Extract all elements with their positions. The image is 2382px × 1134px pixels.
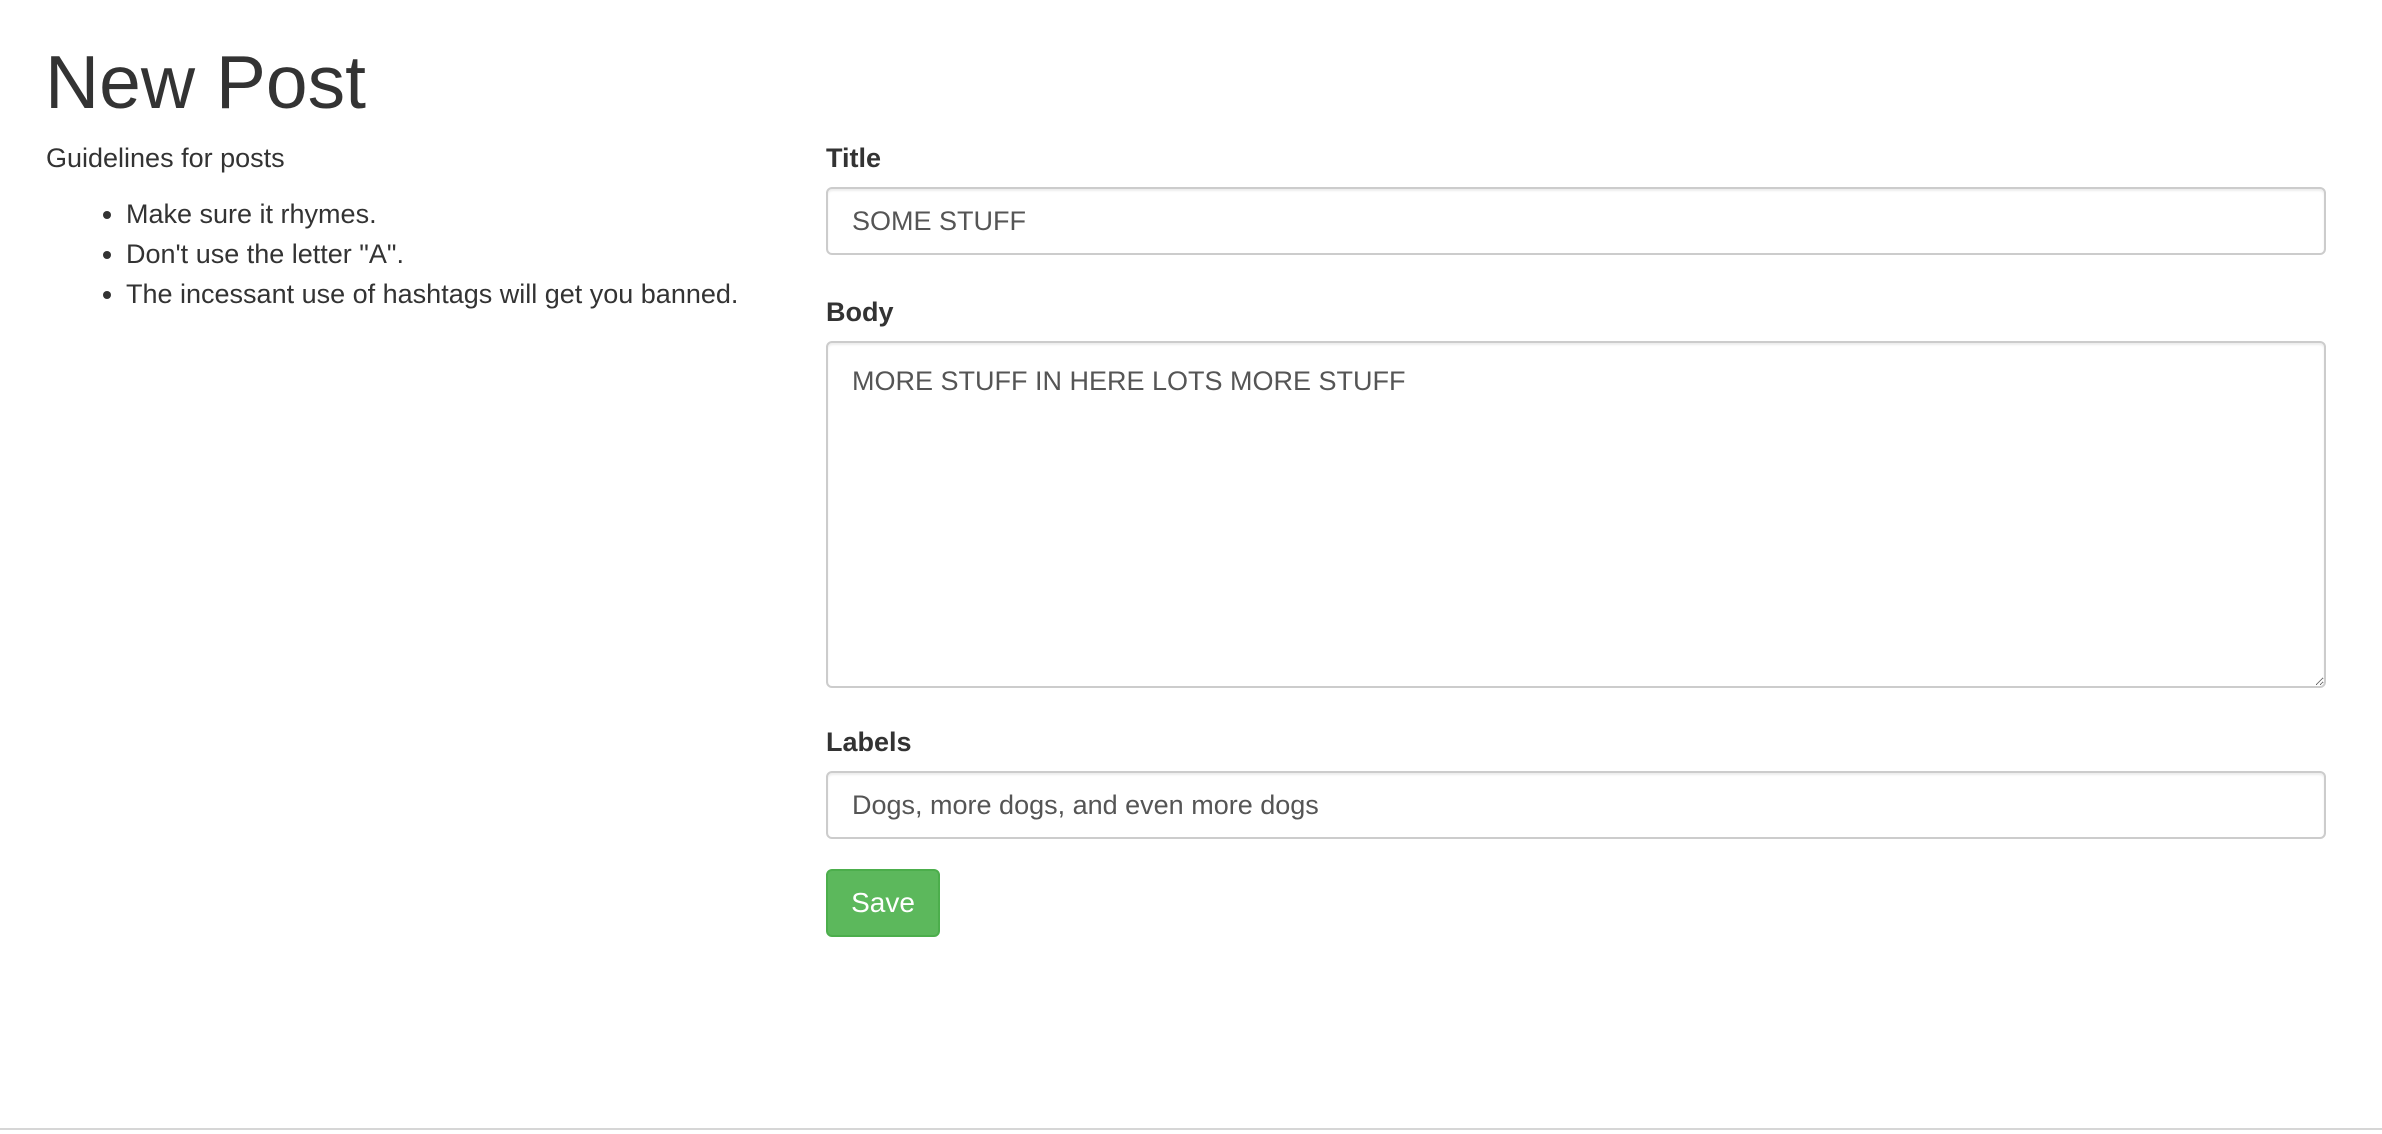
guidelines-list: Make sure it rhymes. Don't use the lette… [46,194,786,314]
labels-input[interactable] [826,771,2326,839]
bottom-divider [0,1128,2382,1130]
title-input[interactable] [826,187,2326,255]
guideline-item: The incessant use of hashtags will get y… [126,274,786,314]
body-label: Body [826,297,894,327]
save-button[interactable]: Save [826,869,940,937]
labels-field-group: Labels [826,722,2326,839]
body-field-group: Body MORE STUFF IN HERE LOTS MORE STUFF [826,292,2326,688]
new-post-form: Title Body MORE STUFF IN HERE LOTS MORE … [826,138,2326,937]
guidelines-heading: Guidelines for posts [46,143,285,173]
title-label: Title [826,143,882,173]
page: New Post Guidelines for posts Make sure … [0,0,2382,1134]
labels-label: Labels [826,727,912,757]
guideline-item: Make sure it rhymes. [126,194,786,234]
page-title: New Post [45,40,366,124]
body-textarea[interactable]: MORE STUFF IN HERE LOTS MORE STUFF [826,341,2326,688]
guidelines-panel: Guidelines for posts Make sure it rhymes… [46,138,786,314]
guideline-item: Don't use the letter "A". [126,234,786,274]
title-field-group: Title [826,138,2326,255]
